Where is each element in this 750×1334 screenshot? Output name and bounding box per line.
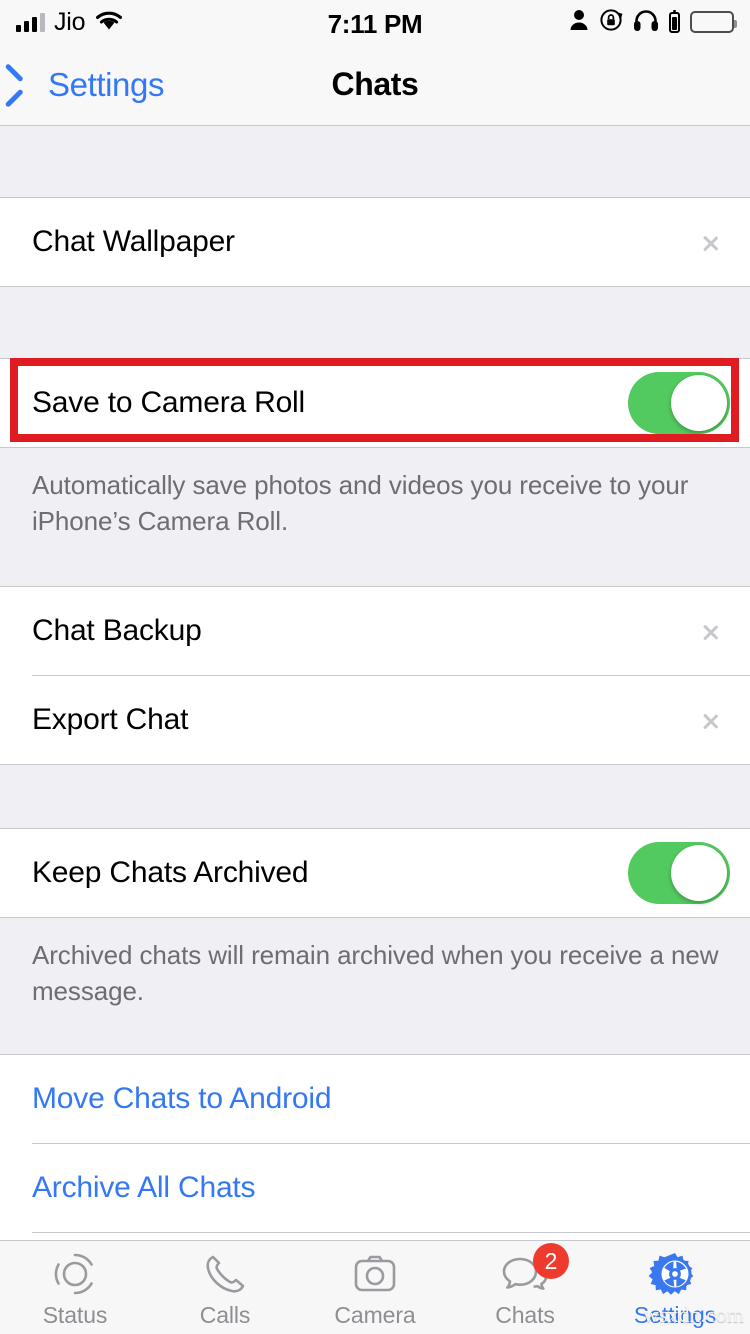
tab-status[interactable]: Status [0, 1241, 150, 1334]
footnote-keep-chats-archived: Archived chats will remain archived when… [0, 917, 750, 1032]
status-rings-icon [48, 1250, 102, 1298]
tab-label: Camera [334, 1302, 416, 1328]
tab-bar: Status Calls Camera 2 Chats Settings [0, 1240, 750, 1334]
tab-label: Chats [495, 1302, 555, 1328]
tab-calls[interactable]: Calls [150, 1241, 300, 1334]
phone-icon [198, 1250, 252, 1298]
row-keep-chats-archived[interactable]: Keep Chats Archived [0, 828, 750, 917]
watermark: wsxdn.com [643, 1302, 744, 1327]
row-chat-backup[interactable]: Chat Backup [0, 586, 750, 675]
row-export-chat[interactable]: Export Chat [0, 675, 750, 764]
chats-unread-badge: 2 [533, 1243, 569, 1279]
phone-screen: Jio 7:11 PM Settings Chats Chat Wallpape… [0, 0, 750, 1334]
section-gap [0, 561, 750, 586]
section-gap [0, 764, 750, 828]
tab-label: Calls [199, 1302, 251, 1328]
chevron-right-icon [704, 228, 720, 256]
section-gap [0, 287, 750, 358]
gear-icon [648, 1250, 702, 1298]
toggle-knob [671, 375, 727, 431]
footnote-save-to-camera-roll: Automatically save photos and videos you… [0, 448, 750, 562]
section-actions: Move Chats to Android Archive All Chats … [0, 1053, 750, 1247]
save-to-camera-roll-toggle[interactable] [628, 372, 730, 434]
toggle-knob [671, 844, 727, 901]
row-save-to-camera-roll[interactable]: Save to Camera Roll [0, 359, 750, 447]
row-chat-wallpaper[interactable]: Chat Wallpaper [0, 198, 750, 286]
tab-camera[interactable]: Camera [300, 1241, 450, 1334]
small-battery-icon [669, 9, 680, 33]
chevron-right-icon [704, 617, 720, 645]
section-keep-chats-archived: Keep Chats Archived [0, 827, 750, 918]
chevron-right-icon [704, 706, 720, 734]
settings-list[interactable]: Chat Wallpaper Save to Camera Roll Autom… [0, 127, 750, 1247]
section-gap [0, 1031, 750, 1054]
row-label: Move Chats to Android [32, 1081, 332, 1115]
row-move-chats-to-android[interactable]: Move Chats to Android [0, 1054, 750, 1143]
section-save-to-camera-roll: Save to Camera Roll [0, 358, 750, 448]
row-label: Export Chat [32, 702, 189, 736]
headphones-icon [633, 8, 659, 37]
battery-icon [690, 11, 737, 33]
camera-icon [348, 1250, 402, 1298]
row-label: Save to Camera Roll [32, 386, 305, 419]
section-backup: Chat Backup Export Chat [0, 585, 750, 765]
navigation-bar: Settings Chats [0, 44, 750, 126]
status-bar: Jio 7:11 PM [0, 0, 750, 44]
row-label: Keep Chats Archived [32, 855, 309, 889]
row-label: Chat Backup [32, 613, 202, 647]
person-icon [569, 9, 589, 36]
row-label: Archive All Chats [32, 1170, 256, 1204]
section-gap [0, 127, 750, 197]
status-bar-right [569, 0, 737, 44]
keep-chats-archived-toggle[interactable] [628, 841, 730, 904]
row-label: Chat Wallpaper [32, 225, 235, 258]
tab-label: Status [42, 1302, 108, 1328]
section-wallpaper: Chat Wallpaper [0, 197, 750, 287]
page-title: Chats [331, 66, 419, 102]
row-archive-all-chats[interactable]: Archive All Chats [0, 1143, 750, 1232]
rotation-lock-icon [599, 8, 623, 37]
tab-chats[interactable]: 2 Chats [450, 1241, 600, 1334]
